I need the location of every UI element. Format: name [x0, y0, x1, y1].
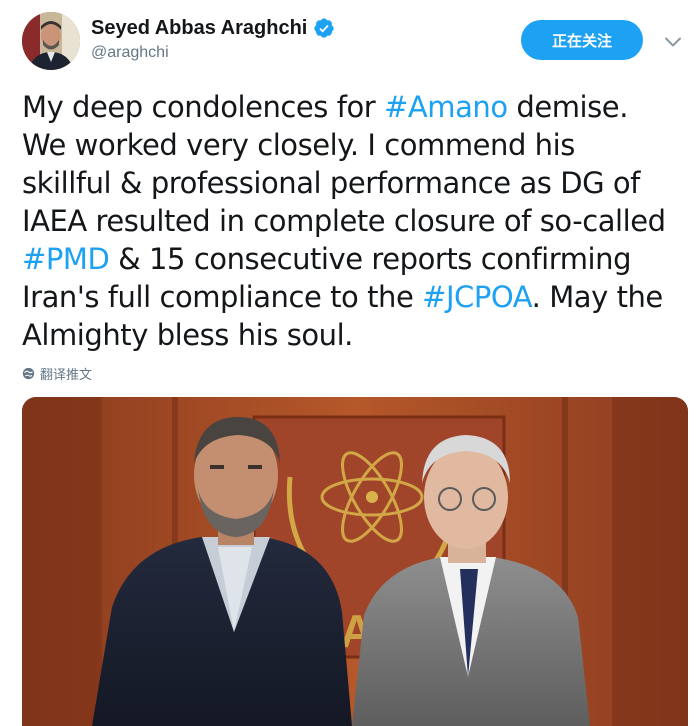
- tweet-text-line: #PMD & 15 consecutive reports confirming: [22, 240, 692, 278]
- tweet-text-segment: Iran's full compliance to the: [22, 280, 423, 314]
- display-name[interactable]: Seyed Abbas Araghchi: [91, 17, 307, 40]
- tweet-text-line: skillful & professional performance as D…: [22, 164, 692, 202]
- hashtag-link[interactable]: #Amano: [384, 90, 508, 124]
- chevron-down-icon[interactable]: [661, 30, 685, 54]
- tweet-text-segment: My deep condolences for: [22, 90, 385, 124]
- hashtag-link[interactable]: #JCPOA: [422, 280, 532, 314]
- tweet-text-line: Almighty bless his soul.: [22, 316, 692, 354]
- user-handle[interactable]: @araghchi: [91, 44, 335, 62]
- tweet-text-segment: IAEA resulted in complete closure of so-…: [22, 204, 666, 238]
- tweet-text-line: My deep condolences for #Amano demise.: [22, 88, 692, 126]
- globe-icon: [22, 367, 35, 380]
- tweet-text-line: Iran's full compliance to the #JCPOA. Ma…: [22, 278, 692, 316]
- tweet-text: My deep condolences for #Amano demise. We…: [22, 88, 692, 354]
- tweet-text-segment: Almighty bless his soul.: [22, 318, 353, 352]
- following-button[interactable]: 正在关注: [521, 20, 643, 60]
- translate-tweet-link[interactable]: 翻译推文: [22, 364, 92, 383]
- tweet-photo[interactable]: A: [22, 397, 688, 726]
- tweet-text-segment: . May the: [531, 280, 664, 314]
- hashtag-link[interactable]: #PMD: [22, 242, 110, 276]
- verified-badge-icon: [314, 18, 334, 38]
- tweet-text-segment: & 15 consecutive reports confirming: [109, 242, 632, 276]
- tweet-text-segment: demise.: [507, 90, 628, 124]
- tweet-text-segment: We worked very closely. I commend his: [22, 128, 575, 162]
- avatar[interactable]: [22, 12, 80, 70]
- tweet-header: Seyed Abbas Araghchi @araghchi 正在关注: [0, 0, 700, 80]
- tweet-text-line: We worked very closely. I commend his: [22, 126, 692, 164]
- tweet-text-segment: skillful & professional performance as D…: [22, 166, 640, 200]
- tweet-text-line: IAEA resulted in complete closure of so-…: [22, 202, 692, 240]
- translate-label: 翻译推文: [40, 368, 93, 383]
